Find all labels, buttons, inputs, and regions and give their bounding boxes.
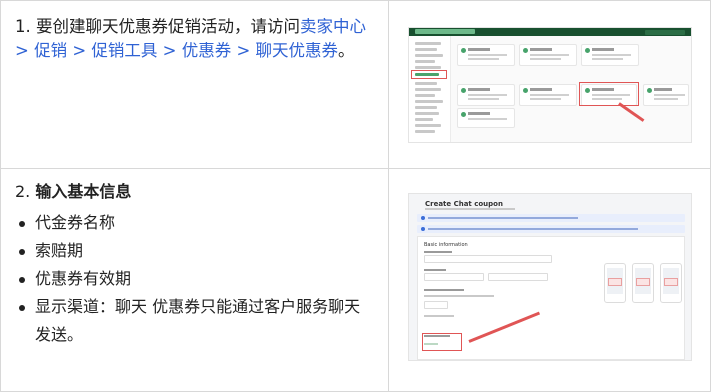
instructions-table: 1. 要创建聊天优惠券促销活动，请访问卖家中心 > 促销 > 促销工具 > 优惠… <box>0 0 711 392</box>
chat-coupon-highlight-box <box>579 82 639 106</box>
tool-card <box>581 44 639 66</box>
validity-days-input[interactable] <box>424 301 448 309</box>
sidebar-highlight-box <box>411 70 447 79</box>
phone-preview <box>604 263 626 303</box>
screenshot-title: Create Chat coupon <box>425 200 503 208</box>
step-text-cell: 2. 输入基本信息 代金券名称 索赔期 优惠券有效期 显示渠道：聊天 优惠券只能… <box>1 169 389 391</box>
tool-card <box>457 84 515 106</box>
info-banner <box>417 214 685 222</box>
step-number: 1. <box>15 17 31 36</box>
info-field-list: 代金券名称 索赔期 优惠券有效期 显示渠道：聊天 优惠券只能通过客户服务聊天发送… <box>15 209 375 349</box>
screenshot-sidebar <box>409 36 451 142</box>
list-item: 代金券名称 <box>15 209 375 237</box>
step-1-text: 1. 要创建聊天优惠券促销活动，请访问卖家中心 > 促销 > 促销工具 > 优惠… <box>15 15 375 63</box>
tool-card <box>519 84 577 106</box>
list-item: 索赔期 <box>15 237 375 265</box>
step-2-heading: 2. 输入基本信息 <box>15 180 131 204</box>
claim-start-input[interactable] <box>424 273 484 281</box>
table-row: 2. 输入基本信息 代金券名称 索赔期 优惠券有效期 显示渠道：聊天 优惠券只能… <box>1 169 710 391</box>
basic-info-panel: Basic information <box>417 236 685 360</box>
info-banner <box>417 225 685 233</box>
step-title: 输入基本信息 <box>35 182 132 201</box>
step-description-end: 。 <box>338 41 355 60</box>
tool-card <box>643 84 689 106</box>
phone-preview <box>660 263 682 303</box>
step-image-cell: Create Chat coupon Basic information <box>389 169 710 391</box>
step-image-cell <box>389 1 710 168</box>
create-coupon-screenshot: Create Chat coupon Basic information <box>408 193 692 361</box>
step-description: 要创建聊天优惠券促销活动，请访问 <box>36 17 300 36</box>
screenshot-header-bar <box>409 28 691 36</box>
table-row: 1. 要创建聊天优惠券促销活动，请访问卖家中心 > 促销 > 促销工具 > 优惠… <box>1 1 710 169</box>
step-number: 2. <box>15 182 31 201</box>
tool-card <box>519 44 577 66</box>
claim-end-input[interactable] <box>488 273 548 281</box>
list-item: 优惠券有效期 <box>15 265 375 293</box>
tool-card <box>457 44 515 66</box>
section-heading: Basic information <box>424 242 468 248</box>
phone-preview <box>632 263 654 303</box>
tool-card <box>457 108 515 128</box>
coupon-name-input[interactable] <box>424 255 552 263</box>
seller-center-screenshot <box>408 27 692 143</box>
display-channel-highlight-box <box>422 333 462 351</box>
step-text-cell: 1. 要创建聊天优惠券促销活动，请访问卖家中心 > 促销 > 促销工具 > 优惠… <box>1 1 389 168</box>
list-item: 显示渠道：聊天 优惠券只能通过客户服务聊天发送。 <box>15 293 375 349</box>
